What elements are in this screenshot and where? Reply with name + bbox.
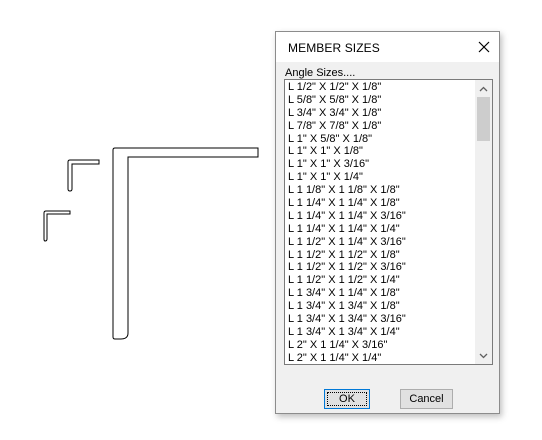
- cancel-button-label: Cancel: [409, 393, 444, 405]
- list-item[interactable]: L 1 3/4" X 1 3/4" X 1/8": [288, 300, 474, 313]
- list-item[interactable]: L 1 3/4" X 1 3/4" X 1/4": [288, 326, 474, 339]
- vertical-scrollbar[interactable]: [475, 80, 492, 364]
- member-sizes-dialog: MEMBER SIZES Angle Sizes.... L 1/2" X 1/…: [275, 31, 500, 414]
- angle-profile-previews: [43, 147, 259, 340]
- angle-preview-large: [112, 147, 259, 340]
- close-button[interactable]: [469, 32, 499, 62]
- ok-button[interactable]: OK: [324, 389, 370, 409]
- list-item[interactable]: L 1 1/2" X 1 1/4" X 3/16": [288, 236, 474, 249]
- angle-preview-small: [43, 210, 71, 242]
- list-item[interactable]: L 1 1/4" X 1 1/4" X 1/8": [288, 197, 474, 210]
- drawing-canvas: MEMBER SIZES Angle Sizes.... L 1/2" X 1/…: [0, 0, 542, 440]
- cancel-button[interactable]: Cancel: [400, 389, 453, 409]
- list-item[interactable]: L 1 1/8" X 1 1/8" X 1/8": [288, 184, 474, 197]
- list-item[interactable]: L 1 3/4" X 1 1/4" X 1/8": [288, 287, 474, 300]
- list-item[interactable]: L 1/2" X 1/2" X 1/8": [288, 81, 474, 94]
- focus-ring: [327, 392, 367, 406]
- chevron-down-icon: [479, 353, 488, 358]
- list-item[interactable]: L 1 1/4" X 1 1/4" X 1/4": [288, 223, 474, 236]
- scroll-thumb[interactable]: [477, 97, 490, 141]
- dialog-title: MEMBER SIZES: [288, 41, 380, 55]
- angle-preview-medium: [67, 159, 100, 192]
- list-item[interactable]: L 1" X 5/8" X 1/8": [288, 133, 474, 146]
- list-item[interactable]: L 5/8" X 5/8" X 1/8": [288, 94, 474, 107]
- list-item[interactable]: L 7/8" X 7/8" X 1/8": [288, 120, 474, 133]
- list-item[interactable]: L 1 1/4" X 1 1/4" X 3/16": [288, 210, 474, 223]
- chevron-up-icon: [479, 86, 488, 91]
- list-item[interactable]: L 1 1/2" X 1 1/2" X 1/8": [288, 249, 474, 262]
- list-item[interactable]: L 1 1/2" X 1 1/2" X 1/4": [288, 274, 474, 287]
- list-item[interactable]: L 1" X 1" X 3/16": [288, 158, 474, 171]
- close-icon: [478, 41, 490, 53]
- list-item[interactable]: L 3/4" X 3/4" X 1/8": [288, 107, 474, 120]
- scroll-up-button[interactable]: [475, 80, 492, 97]
- list-item[interactable]: L 1 1/2" X 1 1/2" X 3/16": [288, 261, 474, 274]
- list-item[interactable]: L 2" X 1 1/4" X 3/16": [288, 339, 474, 352]
- list-item[interactable]: L 1" X 1" X 1/4": [288, 171, 474, 184]
- list-item[interactable]: L 1" X 1" X 1/8": [288, 145, 474, 158]
- angle-sizes-listbox[interactable]: L 1/2" X 1/2" X 1/8" L 5/8" X 5/8" X 1/8"…: [284, 79, 493, 365]
- angle-sizes-list: L 1/2" X 1/2" X 1/8" L 5/8" X 5/8" X 1/8"…: [288, 81, 474, 364]
- scroll-down-button[interactable]: [475, 347, 492, 364]
- list-item[interactable]: L 2" X 1 1/4" X 1/4": [288, 352, 474, 364]
- list-item[interactable]: L 1 3/4" X 1 3/4" X 3/16": [288, 313, 474, 326]
- angle-sizes-label: Angle Sizes....: [285, 67, 356, 79]
- dialog-titlebar: MEMBER SIZES: [276, 32, 499, 62]
